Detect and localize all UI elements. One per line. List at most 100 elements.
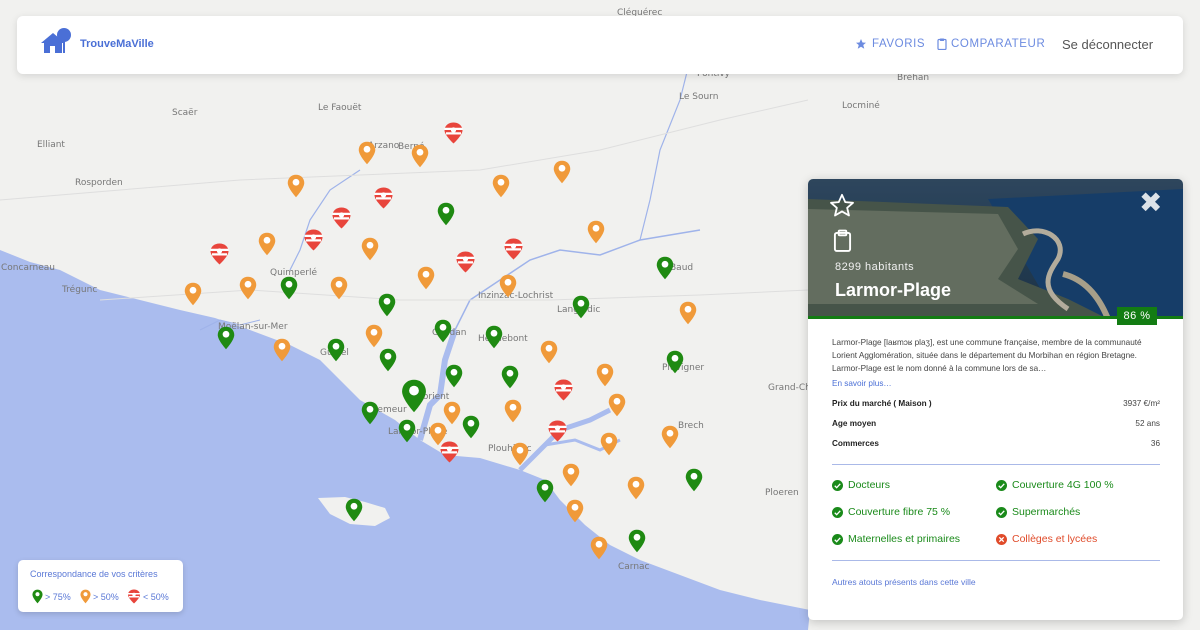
city-marker-mid[interactable] (361, 237, 379, 261)
city-marker-mid[interactable] (679, 301, 697, 325)
city-marker-high[interactable] (628, 529, 646, 553)
city-marker-high[interactable] (401, 378, 427, 414)
map-place-label: Bréhan (897, 73, 930, 83)
city-marker-high[interactable] (666, 350, 684, 374)
city-marker-mid[interactable] (553, 160, 571, 184)
map-place-label: Le Sourn (679, 92, 719, 102)
city-marker-mid[interactable] (411, 144, 429, 168)
city-marker-mid[interactable] (661, 425, 679, 449)
map-place-label: Le Faouët (318, 103, 362, 113)
city-marker-low[interactable] (443, 121, 464, 145)
favorites-link[interactable]: FAVORIS (855, 38, 925, 50)
stat-value: 52 ans (1135, 419, 1160, 428)
read-more-link[interactable]: En savoir plus… (832, 379, 892, 388)
top-navbar: TrouveMaVille FAVORIS COMPARATEUR Se déc… (17, 16, 1183, 74)
favorites-label: FAVORIS (872, 38, 926, 50)
brand-name[interactable]: TrouveMaVille (80, 38, 154, 50)
score-badge: 86 % (1117, 307, 1157, 325)
feature-label: Supermarchés (1012, 506, 1081, 518)
city-marker-low[interactable] (209, 242, 230, 266)
city-marker-mid[interactable] (562, 463, 580, 487)
comparator-link[interactable]: COMPARATEUR (937, 38, 1045, 50)
feature-item: Couverture fibre 75 % (832, 506, 950, 518)
stat-row: Commerces 36 (832, 439, 1160, 448)
feature-item: Collèges et lycées (996, 533, 1097, 545)
city-marker-mid[interactable] (596, 363, 614, 387)
city-marker-high[interactable] (485, 325, 503, 349)
city-marker-mid[interactable] (239, 276, 257, 300)
other-features-link[interactable]: Autres atouts présents dans cette ville (832, 577, 976, 587)
city-marker-low[interactable] (303, 228, 324, 252)
city-marker-low[interactable] (553, 378, 574, 402)
city-marker-high[interactable] (685, 468, 703, 492)
city-marker-high[interactable] (327, 338, 345, 362)
city-marker-high[interactable] (398, 419, 416, 443)
city-marker-mid[interactable] (358, 141, 376, 165)
stat-label: Prix du marché ( Maison ) (832, 399, 932, 408)
city-marker-high[interactable] (437, 202, 455, 226)
logout-link[interactable]: Se déconnecter (1062, 37, 1153, 52)
close-icon[interactable]: ✖ (1139, 189, 1162, 217)
city-marker-mid[interactable] (365, 324, 383, 348)
city-marker-low[interactable] (503, 237, 524, 261)
city-marker-low[interactable] (455, 250, 476, 274)
city-marker-high[interactable] (379, 348, 397, 372)
stat-row: Prix du marché ( Maison ) 3937 €/m² (832, 399, 1160, 408)
city-marker-mid[interactable] (627, 476, 645, 500)
feature-item: Maternelles et primaires (832, 533, 960, 545)
stat-value: 36 (1150, 439, 1160, 448)
map-place-label: Ploeren (765, 488, 799, 498)
city-marker-mid[interactable] (540, 340, 558, 364)
city-marker-low[interactable] (331, 206, 352, 230)
city-marker-mid[interactable] (499, 274, 517, 298)
city-marker-mid[interactable] (504, 399, 522, 423)
city-marker-mid[interactable] (184, 282, 202, 306)
city-marker-high[interactable] (445, 364, 463, 388)
legend-title: Correspondance de vos critères (30, 569, 158, 579)
city-marker-high[interactable] (434, 319, 452, 343)
city-marker-high[interactable] (378, 293, 396, 317)
check-circle-icon (832, 506, 843, 518)
city-marker-high[interactable] (280, 276, 298, 300)
city-marker-high[interactable] (462, 415, 480, 439)
compare-clipboard-icon[interactable] (833, 229, 852, 258)
city-marker-mid[interactable] (273, 338, 291, 362)
legend-item-mid: > 50% (80, 589, 119, 604)
city-marker-mid[interactable] (600, 432, 618, 456)
map-place-label: Rosporden (75, 178, 123, 188)
city-marker-mid[interactable] (330, 276, 348, 300)
city-marker-high[interactable] (345, 498, 363, 522)
favorite-star-icon[interactable] (828, 192, 856, 224)
city-marker-high[interactable] (536, 479, 554, 503)
map-place-label: Concarneau (1, 263, 55, 273)
city-marker-mid[interactable] (608, 393, 626, 417)
city-marker-high[interactable] (572, 295, 590, 319)
city-marker-mid[interactable] (566, 499, 584, 523)
city-marker-mid[interactable] (417, 266, 435, 290)
legend-item-high: > 75% (32, 589, 71, 604)
comparator-label: COMPARATEUR (951, 38, 1046, 50)
city-marker-low[interactable] (373, 186, 394, 210)
city-marker-mid[interactable] (590, 536, 608, 560)
check-circle-icon (996, 506, 1007, 518)
city-marker-mid[interactable] (511, 442, 529, 466)
city-marker-mid[interactable] (258, 232, 276, 256)
legend-high-label: > 75% (45, 591, 71, 602)
feature-label: Couverture 4G 100 % (1012, 479, 1114, 491)
feature-item: Docteurs (832, 479, 890, 491)
city-marker-high[interactable] (501, 365, 519, 389)
house-logo-icon[interactable] (39, 27, 73, 57)
clipboard-icon (937, 38, 947, 50)
city-marker-high[interactable] (217, 326, 235, 350)
city-marker-high[interactable] (656, 256, 674, 280)
city-marker-mid[interactable] (287, 174, 305, 198)
stat-label: Commerces (832, 439, 879, 448)
city-marker-mid[interactable] (492, 174, 510, 198)
map-place-label: Elliant (37, 140, 65, 150)
city-marker-mid[interactable] (587, 220, 605, 244)
city-marker-high[interactable] (361, 401, 379, 425)
city-marker-low[interactable] (439, 440, 460, 464)
map-place-label: Locminé (842, 101, 880, 111)
city-marker-low[interactable] (547, 419, 568, 443)
check-circle-icon (832, 479, 843, 491)
